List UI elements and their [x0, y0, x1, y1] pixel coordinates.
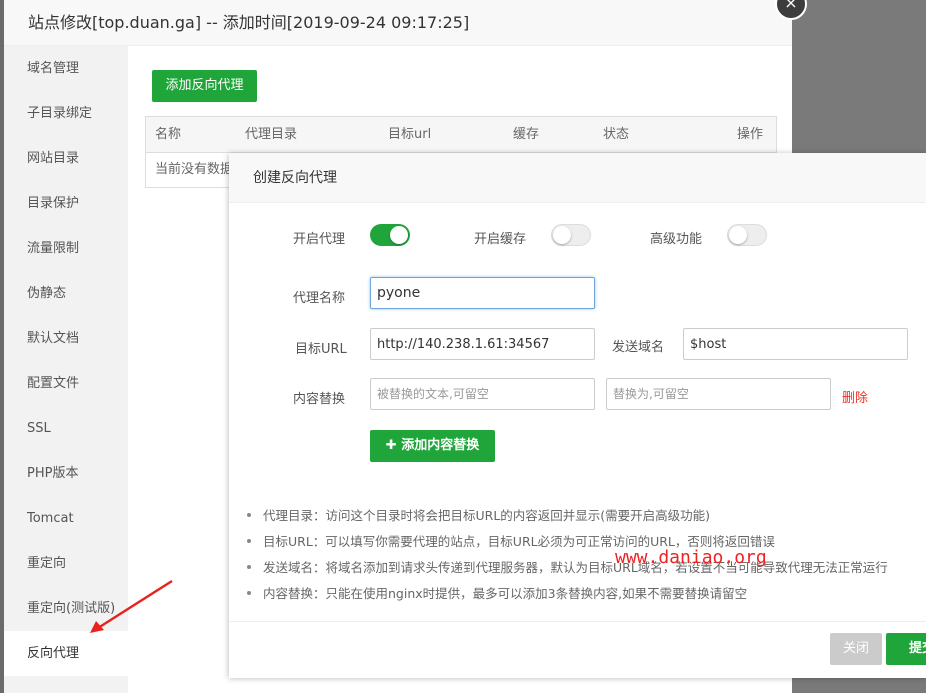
annotation-arrow-icon — [90, 579, 173, 633]
sidebar-item-tomcat[interactable]: Tomcat — [4, 496, 128, 541]
sidebar-item-subdir[interactable]: 子目录绑定 — [4, 91, 128, 136]
target-url-label: 目标URL — [295, 342, 347, 357]
create-reverse-proxy-dialog: 创建反向代理 开启代理 开启缓存 高级功能 代理名称 目标URL 发送域名 内容… — [229, 153, 926, 678]
note-item: 内容替换：只能在使用nginx时提供，最多可以添加3条替换内容,如果不需要替换请… — [247, 581, 926, 607]
col-proxy-dir: 代理目录 — [245, 127, 298, 142]
proxy-table-header: 名称 代理目录 目标url 缓存 状态 操作 — [146, 117, 776, 153]
sidebar-item-dir-protect[interactable]: 目录保护 — [4, 181, 128, 226]
sidebar-item-domain[interactable]: 域名管理 — [4, 46, 128, 91]
note-item: 发送域名：将域名添加到请求头传递到代理服务器，默认为目标URL域名，若设置不当可… — [247, 555, 926, 581]
add-reverse-proxy-button[interactable]: 添加反向代理 — [152, 70, 257, 102]
note-item: 代理目录：访问这个目录时将会把目标URL的内容返回并显示(需要开启高级功能) — [247, 503, 926, 529]
enable-proxy-toggle[interactable] — [370, 224, 410, 246]
sidebar-item-php-version[interactable]: PHP版本 — [4, 451, 128, 496]
col-status: 状态 — [603, 127, 630, 142]
site-edit-title: 站点修改[top.duan.ga] -- 添加时间[2019-09-24 09:… — [4, 0, 792, 46]
sidebar-item-config-file[interactable]: 配置文件 — [4, 361, 128, 406]
sidebar-item-default-doc[interactable]: 默认文档 — [4, 316, 128, 361]
help-notes: 代理目录：访问这个目录时将会把目标URL的内容返回并显示(需要开启高级功能) 目… — [247, 503, 926, 607]
target-url-input[interactable] — [370, 328, 595, 360]
sidebar-item-traffic-limit[interactable]: 流量限制 — [4, 226, 128, 271]
toggle-knob — [729, 226, 747, 244]
proxy-name-label: 代理名称 — [293, 291, 346, 306]
send-domain-label: 发送域名 — [612, 340, 665, 355]
add-content-replace-button[interactable]: ✚ 添加内容替换 — [370, 430, 495, 462]
replace-to-input[interactable] — [606, 378, 831, 410]
send-domain-input[interactable] — [683, 328, 908, 360]
close-button[interactable]: 关闭 — [830, 633, 882, 665]
col-actions: 操作 — [737, 127, 764, 142]
sidebar-item-site-dir[interactable]: 网站目录 — [4, 136, 128, 181]
toggle-knob — [553, 226, 571, 244]
advanced-label: 高级功能 — [650, 232, 703, 247]
enable-cache-toggle[interactable] — [551, 224, 591, 246]
sidebar-item-ssl[interactable]: SSL — [4, 406, 128, 451]
col-name: 名称 — [155, 127, 182, 142]
toggle-knob — [390, 226, 408, 244]
delete-replace-link[interactable]: 删除 — [842, 387, 868, 406]
content-replace-label: 内容替换 — [293, 392, 346, 407]
col-target-url: 目标url — [388, 127, 432, 142]
dialog-footer: 关闭 提交 — [229, 621, 926, 678]
watermark: www.daniao.org — [615, 547, 767, 568]
note-item: 目标URL：可以填写你需要代理的站点，目标URL必须为可正常访问的URL，否则将… — [247, 529, 926, 555]
proxy-name-input[interactable] — [370, 277, 595, 309]
bullet-icon — [247, 513, 251, 517]
enable-proxy-label: 开启代理 — [293, 232, 346, 247]
sidebar-item-rewrite[interactable]: 伪静态 — [4, 271, 128, 316]
submit-button[interactable]: 提交 — [886, 633, 926, 665]
enable-cache-label: 开启缓存 — [474, 232, 527, 247]
bullet-icon — [247, 539, 251, 543]
advanced-toggle[interactable] — [727, 224, 767, 246]
dialog-title: 创建反向代理 — [229, 153, 926, 203]
col-cache: 缓存 — [513, 127, 540, 142]
bullet-icon — [247, 591, 251, 595]
replace-from-input[interactable] — [370, 378, 595, 410]
bullet-icon — [247, 565, 251, 569]
